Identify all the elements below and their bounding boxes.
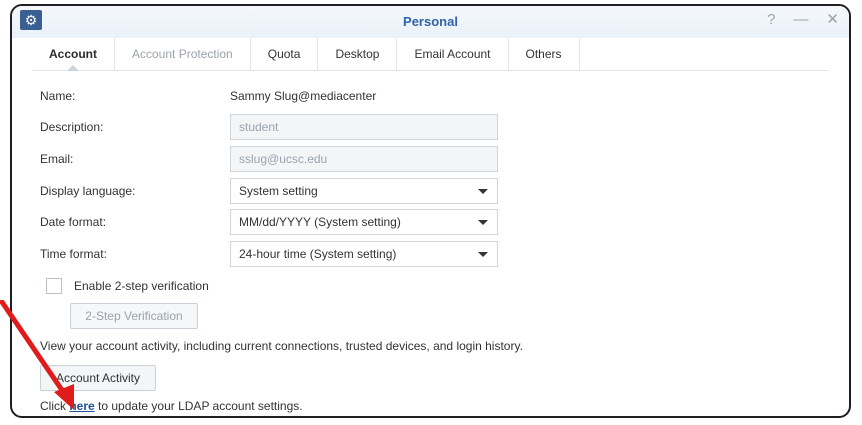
- time-format-label: Time format:: [40, 247, 107, 261]
- title-bar: ⚙ Personal ? — ✕: [12, 6, 849, 38]
- minimize-icon[interactable]: —: [793, 12, 808, 28]
- tab-bar: Account Account Protection Quota Desktop…: [32, 38, 829, 71]
- window-title: Personal: [403, 14, 458, 29]
- tab-others[interactable]: Others: [509, 38, 580, 70]
- description-row: Description: student: [40, 113, 498, 141]
- tab-desktop[interactable]: Desktop: [318, 38, 398, 70]
- tab-email-account[interactable]: Email Account: [397, 38, 509, 70]
- date-format-row: Date format: MM/dd/YYYY (System setting): [40, 208, 498, 236]
- time-format-select-value: 24-hour time (System setting): [239, 247, 397, 261]
- description-label: Description:: [40, 120, 104, 134]
- date-format-label: Date format:: [40, 215, 107, 229]
- description-field[interactable]: student: [230, 114, 498, 140]
- email-label: Email:: [40, 152, 74, 166]
- activity-description: View your account activity, including cu…: [40, 339, 523, 353]
- language-row: Display language: System setting: [40, 177, 498, 205]
- annotation-arrow-icon: [0, 300, 74, 410]
- help-icon[interactable]: ?: [767, 12, 775, 28]
- personal-window: ⚙ Personal ? — ✕ Account Account Protect…: [10, 4, 851, 418]
- time-format-select[interactable]: 24-hour time (System setting): [230, 241, 498, 267]
- language-label: Display language:: [40, 184, 136, 198]
- chevron-down-icon: [478, 220, 488, 225]
- tab-quota[interactable]: Quota: [251, 38, 319, 70]
- two-step-checkbox[interactable]: [46, 278, 62, 294]
- tab-account-protection[interactable]: Account Protection: [115, 38, 251, 70]
- date-format-select[interactable]: MM/dd/YYYY (System setting): [230, 209, 498, 235]
- name-value: Sammy Slug@mediacenter: [230, 89, 377, 103]
- name-row: Name: Sammy Slug@mediacenter: [40, 82, 376, 110]
- time-format-row: Time format: 24-hour time (System settin…: [40, 240, 498, 268]
- name-label: Name:: [40, 89, 76, 103]
- email-row: Email: sslug@ucsc.edu: [40, 145, 498, 173]
- ldap-suffix: to update your LDAP account settings.: [94, 399, 303, 413]
- chevron-down-icon: [478, 252, 488, 257]
- date-format-select-value: MM/dd/YYYY (System setting): [239, 215, 401, 229]
- close-icon[interactable]: ✕: [826, 12, 839, 28]
- tab-account[interactable]: Account: [32, 38, 115, 70]
- two-step-label: Enable 2-step verification: [74, 279, 209, 293]
- language-select[interactable]: System setting: [230, 178, 498, 204]
- two-step-row: Enable 2-step verification: [40, 272, 209, 300]
- language-select-value: System setting: [239, 184, 318, 198]
- window-controls: ? — ✕: [767, 12, 839, 28]
- email-field[interactable]: sslug@ucsc.edu: [230, 146, 498, 172]
- chevron-down-icon: [478, 189, 488, 194]
